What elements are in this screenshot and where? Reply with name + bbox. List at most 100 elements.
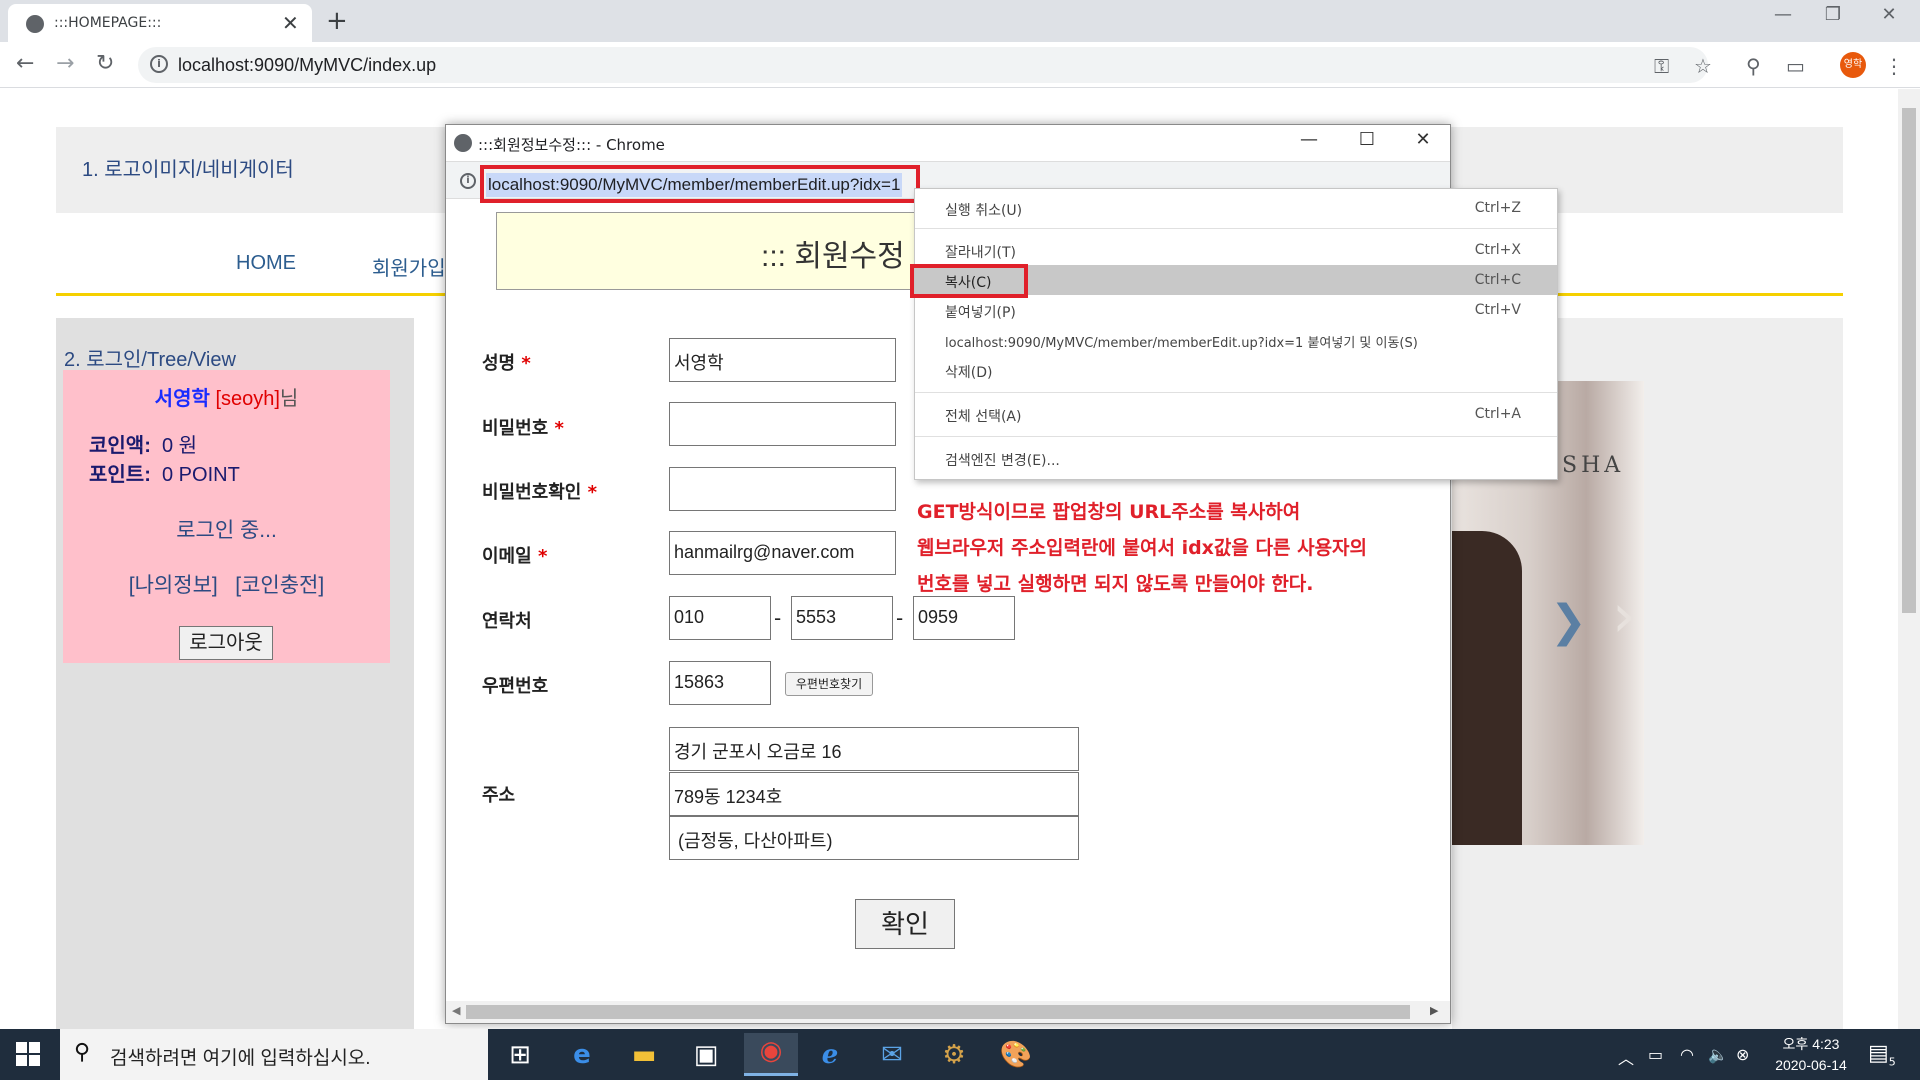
maximize-icon[interactable]: ❐: [1810, 4, 1856, 25]
menu-item-paste-and-go[interactable]: localhost:9090/MyMVC/member/memberEdit.u…: [915, 325, 1557, 355]
coin-row: 코인액: 0 원: [89, 429, 197, 458]
browser-toolbar: ← → ↻ i localhost:9090/MyMVC/index.up ⚿ …: [0, 42, 1920, 88]
taskbar-search-box[interactable]: ⚲ 검색하려면 여기에 입력하십시오.: [60, 1029, 488, 1080]
email-field[interactable]: hanmailrg@naver.com: [669, 531, 896, 575]
coin-charge-link[interactable]: [코인충전]: [235, 574, 324, 597]
point-value: 0 POINT: [162, 464, 240, 486]
annotation-line: 웹브라우저 주소입력란에 붙여서 idx값을 다른 사용자의: [917, 537, 1368, 559]
scroll-left-icon[interactable]: ◀: [452, 1004, 460, 1017]
window-close-icon[interactable]: ✕: [1866, 4, 1912, 25]
menu-item-search-engine[interactable]: 검색엔진 변경(E)...: [915, 443, 1557, 473]
reload-icon[interactable]: ↻: [96, 51, 114, 76]
menu-item-cut[interactable]: 잘라내기(T) Ctrl+X: [915, 235, 1557, 265]
address-url[interactable]: localhost:9090/MyMVC/index.up: [178, 55, 436, 76]
name-field[interactable]: 서영학: [669, 338, 896, 382]
tray-chevron-icon[interactable]: ︿: [1618, 1045, 1634, 1069]
ime-off-icon[interactable]: ⊗: [1736, 1045, 1749, 1064]
popup-url-highlight[interactable]: localhost:9090/MyMVC/member/memberEdit.u…: [480, 165, 920, 203]
browser-tab[interactable]: :::HOMEPAGE::: ✕: [8, 4, 312, 42]
address-field-2[interactable]: 789동 1234호: [669, 772, 1079, 816]
info-icon[interactable]: i: [460, 173, 476, 189]
banner-brand-text: SHA: [1562, 453, 1625, 478]
menu-item-delete[interactable]: 삭제(D): [915, 355, 1557, 385]
address-bar[interactable]: i localhost:9090/MyMVC/index.up: [138, 47, 1708, 83]
cast-icon[interactable]: ▭: [1786, 54, 1805, 78]
point-row: 포인트: 0 POINT: [89, 458, 240, 487]
popup-minimize-icon[interactable]: —: [1286, 129, 1332, 150]
phone-field-3[interactable]: 0959: [913, 596, 1015, 640]
new-tab-button[interactable]: +: [326, 6, 348, 36]
copy-highlight-box: [910, 264, 1028, 298]
user-name: 서영학: [154, 388, 210, 410]
logout-button[interactable]: 로그아웃: [179, 626, 273, 660]
settings-gear-icon[interactable]: ⚙: [932, 1037, 976, 1073]
minimize-icon[interactable]: —: [1760, 4, 1806, 25]
menu-separator: [915, 392, 1557, 393]
popup-close-icon[interactable]: ✕: [1400, 129, 1446, 150]
context-menu: 실행 취소(U) Ctrl+Z 잘라내기(T) Ctrl+X 복사(C) Ctrl+C…: [914, 188, 1558, 480]
menu-dots-icon[interactable]: ⋮: [1884, 54, 1904, 78]
back-icon[interactable]: ←: [16, 51, 34, 76]
phone-field-2[interactable]: 5553: [791, 596, 893, 640]
search-placeholder: 검색하려면 여기에 입력하십시오.: [110, 1048, 371, 1069]
password-field[interactable]: [669, 402, 896, 446]
password-confirm-field[interactable]: [669, 467, 896, 511]
address-label: 주소: [482, 785, 516, 806]
notification-count: 5: [1888, 1055, 1896, 1069]
internet-explorer-icon[interactable]: ℯ: [808, 1037, 852, 1073]
menu-item-paste[interactable]: 붙여넣기(P) Ctrl+V: [915, 295, 1557, 325]
popup-titlebar: :::회원정보수정::: - Chrome — ☐ ✕: [446, 125, 1450, 161]
file-explorer-icon[interactable]: ▬: [622, 1037, 666, 1073]
menu-item-select-all[interactable]: 전체 선택(A) Ctrl+A: [915, 399, 1557, 429]
taskbar-clock[interactable]: 오후 4:23 2020-06-14: [1770, 1034, 1852, 1076]
task-view-icon[interactable]: ⊞: [498, 1037, 542, 1073]
globe-icon: [26, 15, 44, 33]
clock-date: 2020-06-14: [1775, 1057, 1847, 1073]
phone-dash: -: [774, 606, 782, 630]
address-field-3[interactable]: (금정동, 다산아파트): [669, 816, 1079, 860]
zipcode-search-button[interactable]: 우편번호찾기: [785, 672, 873, 696]
address-field-1[interactable]: 경기 군포시 오금로 16: [669, 727, 1079, 771]
nav-home-link[interactable]: HOME: [236, 252, 296, 275]
extension-icon[interactable]: ⚲: [1746, 54, 1761, 78]
phone-field-1[interactable]: 010: [669, 596, 771, 640]
popup-url[interactable]: localhost:9090/MyMVC/member/memberEdit.u…: [486, 173, 903, 197]
annotation-line: GET방식이므로 팝업창의 URL주소를 복사하여: [917, 501, 1301, 523]
popup-maximize-icon[interactable]: ☐: [1344, 129, 1390, 150]
forward-icon[interactable]: →: [56, 51, 74, 76]
annotation-line: 번호를 넣고 실행하면 되지 않도록 만들어야 한다.: [917, 573, 1314, 595]
battery-icon[interactable]: ▭: [1648, 1045, 1663, 1064]
nav-join-link[interactable]: 회원가입: [372, 252, 446, 281]
key-icon[interactable]: ⚿: [1654, 54, 1669, 78]
info-icon[interactable]: i: [150, 55, 168, 73]
carousel-next-icon[interactable]: ❯: [1550, 596, 1587, 647]
notification-center-icon[interactable]: ▤5: [1868, 1041, 1896, 1068]
page-scrollbar-thumb[interactable]: [1902, 108, 1916, 613]
my-info-link[interactable]: [나의정보]: [129, 574, 218, 597]
windows-start-icon[interactable]: [16, 1042, 40, 1066]
tab-title: :::HOMEPAGE:::: [54, 15, 162, 31]
form-title: ::: 회원수정: [761, 240, 905, 273]
carousel-next-ghost-icon: ›: [1612, 581, 1636, 651]
profile-avatar[interactable]: 영학: [1840, 52, 1866, 78]
globe-icon: [454, 134, 472, 152]
volume-icon[interactable]: 🔈: [1708, 1045, 1728, 1064]
password-confirm-label: 비밀번호확인 *: [482, 482, 598, 503]
chrome-icon[interactable]: ◉: [744, 1033, 798, 1076]
paint-icon[interactable]: 🎨: [994, 1037, 1038, 1073]
popup-scrollbar-thumb[interactable]: [466, 1005, 1410, 1019]
store-icon[interactable]: ▣: [684, 1037, 728, 1073]
submit-button[interactable]: 확인: [855, 899, 955, 949]
zipcode-field[interactable]: 15863: [669, 661, 771, 705]
edge-icon[interactable]: e: [560, 1037, 604, 1073]
wifi-icon[interactable]: ◠: [1680, 1045, 1694, 1064]
phone-dash: -: [896, 606, 904, 630]
email-label: 이메일 *: [482, 546, 548, 567]
popup-horizontal-scrollbar[interactable]: ◀ ▶: [446, 1001, 1450, 1023]
tab-close-icon[interactable]: ✕: [282, 11, 299, 35]
bookmark-star-icon[interactable]: ☆: [1694, 54, 1712, 78]
scroll-right-icon[interactable]: ▶: [1430, 1004, 1438, 1017]
menu-item-undo[interactable]: 실행 취소(U) Ctrl+Z: [915, 193, 1557, 223]
mail-icon[interactable]: ✉: [870, 1037, 914, 1073]
coin-label: 코인액:: [89, 435, 151, 457]
